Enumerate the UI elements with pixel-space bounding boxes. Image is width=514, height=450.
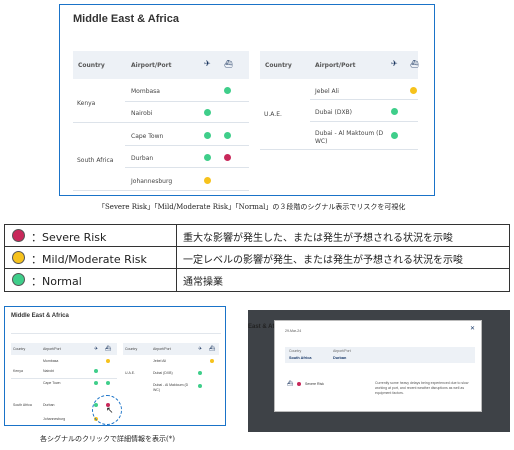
ship-icon: ⛴ [410,60,419,68]
mini-port: Mombasa [43,359,59,363]
mini-port: Dubai (DXB) [153,371,173,375]
legend-severe: ：Severe Risk 重大な影響が発生した、または発生が予想される状況を示唆 [5,225,509,247]
country-south-africa: South Africa [77,157,114,164]
port-dubai-al-maktoum: Dubai - Al Maktoum (D [315,130,384,137]
legend-desc: 一定レベルの影響が発生、または発生が予想される状況を示唆 [183,255,463,266]
mini-risk-panel: Middle East & Africa Country Airport/Por… [4,306,226,426]
panel-title: Middle East & Africa [73,13,179,25]
col-country: Country [78,62,105,69]
modal-port-value: Durban [333,356,347,360]
port-mombasa: Mombasa [131,88,160,95]
right-table: Country Airport/Port ✈ ⛴ U.A.E. Jebel Al… [260,51,420,151]
legend-label: ：Normal [31,275,82,288]
caption-top: 「Severe Risk」「Mild/Moderate Risk」「Normal… [98,203,406,211]
mini-port: Cape Town [43,381,61,385]
mini-port: Dubai - Al Maktoum (D [153,383,189,387]
moderate-dot-icon [12,251,25,264]
signal-cape-town-sea[interactable] [224,132,231,139]
legend-table: ：Severe Risk 重大な影響が発生した、または発生が予想される状況を示唆… [4,224,510,292]
ship-icon: ⛴ [287,381,294,387]
bg-title: East & Af [248,324,275,330]
modal-risk-label: Severe Risk [305,382,324,386]
ship-icon: ⛴ [209,346,216,352]
mini-col-port: Airport/Port [153,347,171,351]
legend-desc: 重大な影響が発生した、または発生が予想される状況を示唆 [183,233,453,244]
mini-signal[interactable] [106,359,110,363]
modal-country-value: South Africa [289,356,312,360]
ship-icon: ⛴ [224,60,233,68]
mini-col-port: Airport/Port [43,347,61,351]
port-dubai-dxb: Dubai (DXB) [315,109,353,116]
mini-signal[interactable] [94,381,98,385]
mini-port-line2: WC) [153,388,160,392]
legend-label: ：Severe Risk [31,231,107,244]
detail-modal: 29-Mar-24 ✕ Country South Africa Airport… [274,320,482,412]
mini-col-country: Country [13,347,26,351]
country-kenya: Kenya [77,100,96,107]
mini-signal[interactable] [94,369,98,373]
severe-dot-icon [12,229,25,242]
signal-cape-town-air[interactable] [204,132,211,139]
mini-port: Jebel Ali [153,359,167,363]
mini-title: Middle East & Africa [11,313,69,319]
risk-panel: Middle East & Africa Country Airport/Por… [59,4,435,196]
port-durban: Durban [131,155,154,162]
port-dubai-al-maktoum-line2: WC) [315,138,328,145]
mini-port: Durban [43,403,55,407]
modal-date: 29-Mar-24 [285,329,302,333]
severe-dot-icon [297,382,301,386]
airplane-icon: ✈ [391,59,398,68]
mini-signal[interactable] [198,384,202,388]
country-uae: U.A.E. [264,111,282,118]
ship-icon: ⛴ [105,346,112,352]
col-country: Country [265,62,292,69]
modal-detail-text: Currently some heavy delays being experi… [375,381,469,395]
normal-dot-icon [12,273,25,286]
pointer-cursor-icon: ↖ [106,405,114,415]
modal-country-label: Country [289,349,302,353]
mini-signal[interactable] [198,371,202,375]
airplane-icon: ✈ [204,59,211,68]
port-jebel-ali: Jebel Ali [315,88,339,95]
close-icon[interactable]: ✕ [470,325,475,332]
legend-moderate: ：Mild/Moderate Risk 一定レベルの影響が発生、または発生が予想… [5,247,509,269]
mini-port: Nairobi [43,369,55,373]
signal-dubai-dxb-air[interactable] [391,108,398,115]
port-cape-town: Cape Town [131,133,164,140]
signal-mombasa-sea[interactable] [224,87,231,94]
caption-bottom: 各シグナルのクリックで詳細情報を表示(*) [40,435,175,443]
signal-nairobi-air[interactable] [204,109,211,116]
legend-normal: ：Normal 通常操業 [5,269,509,291]
mini-col-country: Country [125,347,138,351]
col-airport-port: Airport/Port [315,62,356,69]
port-nairobi: Nairobi [131,110,153,117]
legend-label: ：Mild/Moderate Risk [31,253,147,266]
signal-durban-sea[interactable] [224,154,231,161]
mini-country: South Africa [13,403,32,407]
signal-johannesburg-air[interactable] [204,177,211,184]
col-airport-port: Airport/Port [131,62,172,69]
legend-desc: 通常操業 [183,277,223,288]
mini-port: Johannesburg [43,417,66,421]
modal-overlay: East & Af 29-Mar-24 ✕ Country South Afri… [248,310,510,432]
mini-signal[interactable] [210,359,214,363]
signal-dubai-dwc-air[interactable] [391,132,398,139]
mini-country: Kenya [13,369,23,373]
port-johannesburg: Johannesburg [131,178,173,185]
signal-jebel-ali-sea[interactable] [410,87,417,94]
mini-country: U.A.E. [125,371,136,375]
signal-durban-air[interactable] [204,154,211,161]
mini-signal[interactable] [106,381,110,385]
modal-port-label: Airport/Port [333,349,351,353]
airplane-icon: ✈ [198,346,203,352]
airplane-icon: ✈ [94,346,99,352]
